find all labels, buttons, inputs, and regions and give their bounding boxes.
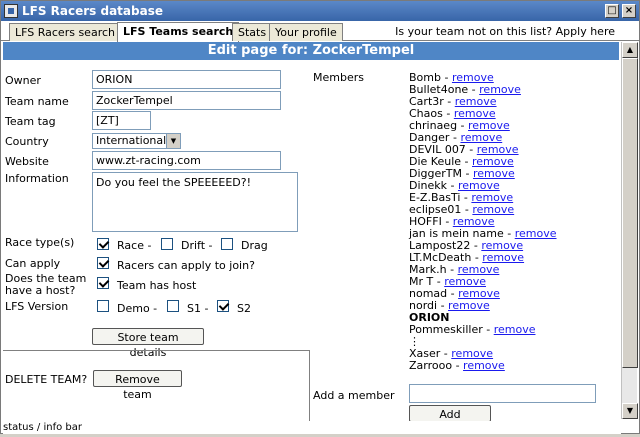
- members-list: Bomb - remove Bullet4one - remove Cart3r -…: [409, 72, 619, 372]
- remove-team-button[interactable]: Remove team: [93, 370, 182, 401]
- information-textarea[interactable]: Do you feel the SPEEEEED?!: [92, 172, 298, 232]
- members-label: Members: [313, 71, 364, 84]
- team-name-label: Team name: [5, 95, 69, 108]
- s2-checkbox-label: S2: [237, 302, 251, 315]
- page-title: Edit page for: ZockerTempel: [3, 42, 619, 60]
- column-divider: [309, 350, 310, 421]
- drift-checkbox[interactable]: [161, 238, 173, 250]
- country-value: International: [96, 134, 167, 147]
- tab-teams-search[interactable]: LFS Teams search: [117, 22, 240, 42]
- chevron-down-icon[interactable]: ▼: [166, 134, 180, 148]
- remove-member-link[interactable]: remove: [448, 299, 490, 312]
- apply-here-link[interactable]: Apply here: [556, 25, 615, 38]
- title-bar[interactable]: LFS Racers database □ ×: [1, 1, 639, 21]
- team-tag-field[interactable]: [92, 111, 151, 130]
- team-tag-label: Team tag: [5, 115, 56, 128]
- s1-checkbox-label: S1 -: [187, 302, 209, 315]
- tab-stats[interactable]: Stats: [232, 23, 273, 41]
- information-label: Information: [5, 172, 69, 185]
- delete-team-label: DELETE TEAM?: [5, 373, 88, 386]
- vertical-scrollbar[interactable]: ▲ ▼: [621, 42, 638, 419]
- remove-member-link[interactable]: remove: [494, 323, 536, 336]
- team-name-field[interactable]: [92, 91, 281, 110]
- member-row: Zarrooo - remove: [409, 359, 505, 372]
- member-row: Pommeskiller - remove: [409, 323, 536, 336]
- race-checkbox[interactable]: [97, 238, 109, 250]
- add-member-label: Add a member: [313, 389, 395, 402]
- website-label: Website: [5, 155, 49, 168]
- tab-bar: LFS Racers search LFS Teams search Stats…: [1, 21, 639, 42]
- country-select[interactable]: International ▼: [92, 133, 181, 149]
- window-title: LFS Racers database: [22, 4, 163, 18]
- store-team-details-button[interactable]: Store team details: [92, 328, 204, 359]
- lfs-version-label: LFS Version: [5, 300, 69, 313]
- team-host-checkbox[interactable]: [97, 277, 109, 289]
- add-member-button[interactable]: Add member: [409, 405, 491, 436]
- add-member-input[interactable]: [409, 384, 596, 403]
- apply-notice-text: Is your team not on this list?: [395, 25, 553, 38]
- can-apply-checkbox[interactable]: [97, 257, 109, 269]
- scroll-down-icon[interactable]: ▼: [622, 403, 638, 419]
- tab-your-profile[interactable]: Your profile: [269, 23, 343, 41]
- race-checkbox-label: Race -: [117, 239, 152, 252]
- can-apply-label: Can apply: [5, 257, 61, 270]
- team-host-text: Team has host: [117, 279, 197, 292]
- scroll-thumb[interactable]: [622, 58, 638, 368]
- drag-checkbox[interactable]: [221, 238, 233, 250]
- host-label: Does the team have a host?: [5, 272, 87, 297]
- s1-checkbox[interactable]: [167, 300, 179, 312]
- app-icon: [4, 4, 18, 18]
- status-bar: status / info bar: [3, 421, 621, 434]
- tab-racers-search[interactable]: LFS Racers search: [9, 23, 121, 41]
- owner-label: Owner: [5, 74, 41, 87]
- race-types-label: Race type(s): [5, 236, 75, 249]
- apply-notice: Is your team not on this list? Apply her…: [395, 25, 615, 38]
- website-field[interactable]: [92, 151, 281, 170]
- demo-checkbox-label: Demo -: [117, 302, 158, 315]
- drift-checkbox-label: Drift -: [181, 239, 213, 252]
- drag-checkbox-label: Drag: [241, 239, 268, 252]
- s2-checkbox[interactable]: [217, 300, 229, 312]
- member-name: Zarrooo: [409, 359, 453, 372]
- app-window: LFS Racers database □ × LFS Racers searc…: [0, 0, 640, 436]
- can-apply-text: Racers can apply to join?: [117, 259, 255, 272]
- section-divider: [3, 350, 309, 351]
- close-icon[interactable]: ×: [622, 4, 636, 18]
- owner-field[interactable]: [92, 70, 281, 89]
- country-label: Country: [5, 135, 49, 148]
- demo-checkbox[interactable]: [97, 300, 109, 312]
- maximize-icon[interactable]: □: [605, 4, 619, 18]
- remove-member-link[interactable]: remove: [463, 359, 505, 372]
- scroll-up-icon[interactable]: ▲: [622, 42, 638, 58]
